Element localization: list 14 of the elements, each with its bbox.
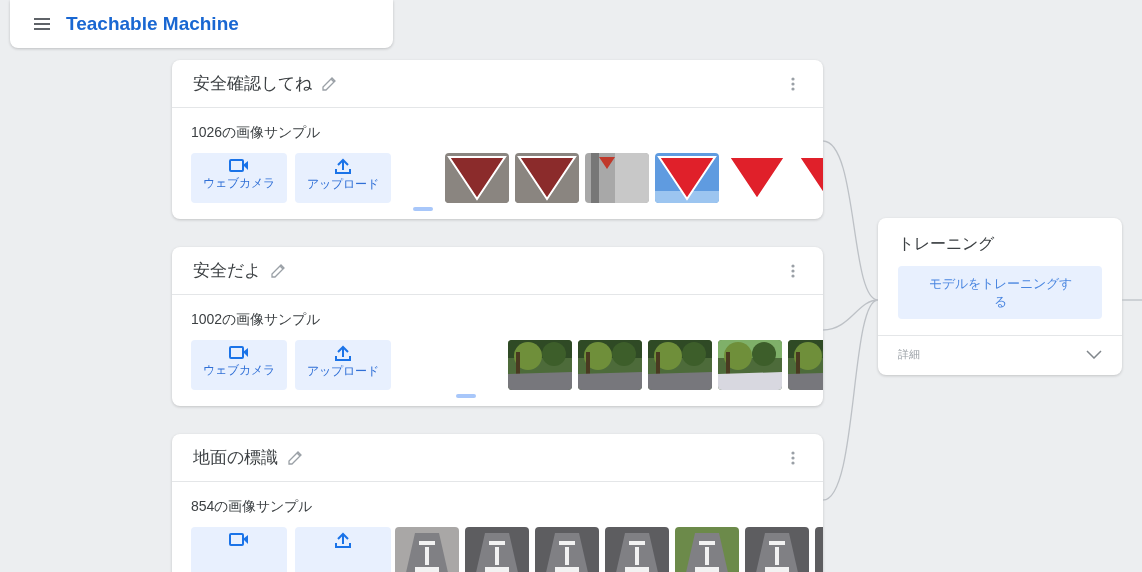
training-title: トレーニング: [897, 234, 995, 254]
details-label[interactable]: 詳細: [898, 346, 920, 363]
upload-button[interactable]: アップロード: [295, 340, 391, 390]
sample-count: 1002の画像サンプル: [191, 310, 322, 329]
sample-count: 1026の画像サンプル: [191, 123, 322, 142]
app-title: Teachable Machine: [66, 11, 239, 36]
webcam-button[interactable]: ウェブカメラ: [191, 340, 287, 390]
class-name: 地面の標識: [193, 446, 278, 469]
sample-count: 854の画像サンプル: [191, 497, 314, 516]
webcam-button[interactable]: ウェブカメラ: [191, 153, 287, 203]
class-name: 安全確認してね: [193, 72, 312, 95]
class-name: 安全だよ: [193, 259, 261, 282]
train-model-button[interactable]: モデルをトレーニングする: [898, 266, 1102, 319]
upload-button[interactable]: アップロード: [295, 153, 391, 203]
